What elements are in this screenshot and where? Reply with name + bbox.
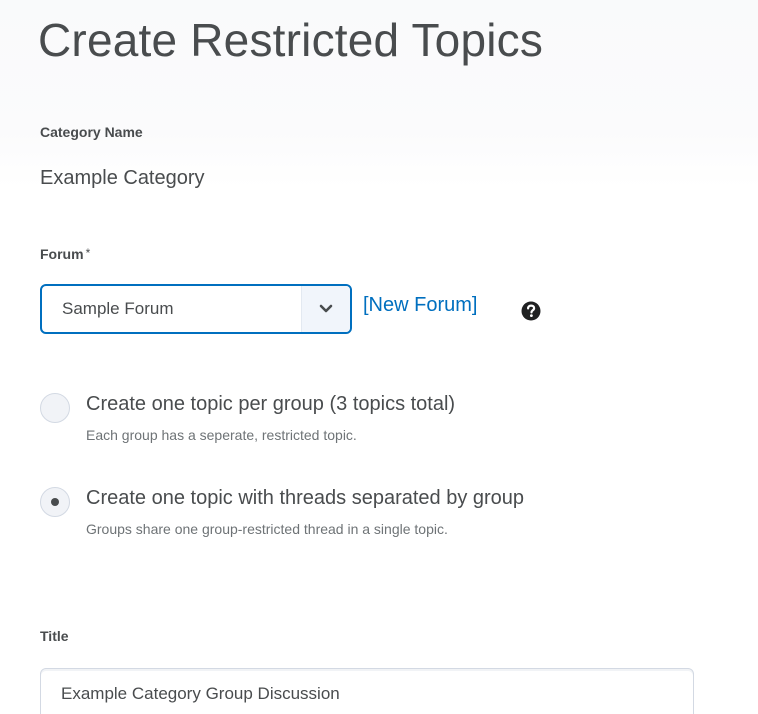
- radio-topic-per-group-label[interactable]: Create one topic per group (3 topics tot…: [86, 393, 455, 416]
- radio-selected-dot: [51, 498, 59, 506]
- forum-select-toggle[interactable]: [301, 286, 350, 332]
- required-asterisk: *: [85, 246, 91, 260]
- radio-topic-per-group[interactable]: [40, 393, 70, 423]
- page-title: Create Restricted Topics: [38, 14, 544, 66]
- chevron-down-icon: [319, 304, 333, 313]
- forum-label: Forum *: [40, 246, 90, 262]
- title-input-value: Example Category Group Discussion: [61, 684, 340, 703]
- forum-select-value: Sample Forum: [62, 299, 174, 318]
- new-forum-link[interactable]: [New Forum]: [363, 294, 477, 317]
- title-input[interactable]: Example Category Group Discussion: [40, 668, 694, 714]
- question-circle-icon[interactable]: [521, 301, 541, 321]
- radio-threads-by-group[interactable]: [40, 487, 70, 517]
- radio-topic-per-group-description: Each group has a seperate, restricted to…: [86, 427, 357, 443]
- radio-threads-by-group-label[interactable]: Create one topic with threads separated …: [86, 487, 524, 510]
- forum-label-text: Forum: [40, 246, 84, 262]
- category-name-label: Category Name: [40, 124, 143, 140]
- radio-threads-by-group-description: Groups share one group-restricted thread…: [86, 521, 448, 537]
- forum-select[interactable]: Sample Forum: [40, 284, 352, 334]
- category-name-value: Example Category: [40, 167, 205, 189]
- title-label: Title: [40, 628, 69, 644]
- create-restricted-topics-page: Create Restricted Topics Category Name E…: [0, 0, 758, 714]
